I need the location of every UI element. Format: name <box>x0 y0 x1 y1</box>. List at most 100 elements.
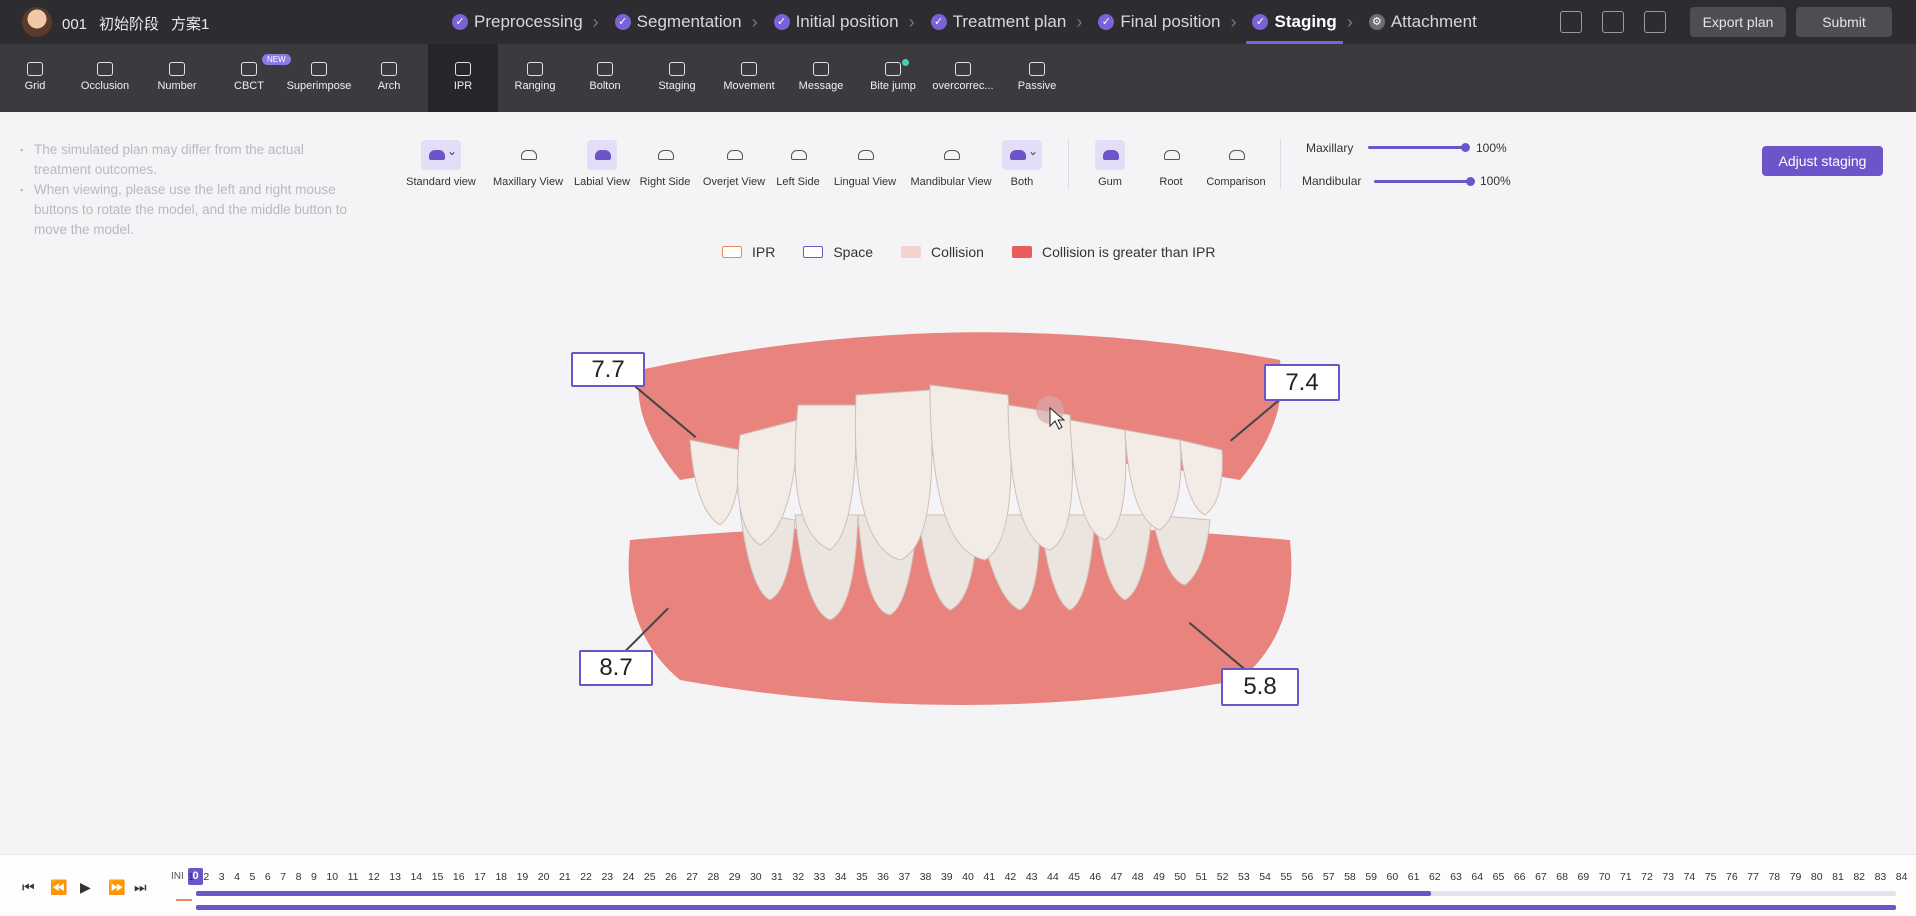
timeline-tick[interactable]: 20 <box>538 871 550 885</box>
timeline-tick[interactable]: 11 <box>348 871 359 885</box>
tool-message[interactable]: Message <box>786 44 856 112</box>
cube-icon[interactable] <box>1560 11 1582 33</box>
submit-button[interactable]: Submit <box>1796 7 1892 37</box>
timeline-tick[interactable]: 25 <box>644 871 656 885</box>
timeline-tick[interactable]: 59 <box>1365 871 1377 885</box>
view-maxillary-view[interactable]: Maxillary View <box>492 140 564 190</box>
timeline-tick[interactable]: 26 <box>665 871 677 885</box>
timeline-tick[interactable]: 58 <box>1344 871 1356 885</box>
timeline-tick[interactable]: 61 <box>1408 871 1420 885</box>
first-step-icon[interactable]: ⏮ <box>22 879 35 896</box>
timeline-tick[interactable]: 2 <box>203 871 209 885</box>
tool-passive[interactable]: Passive <box>1002 44 1072 112</box>
timeline-tick[interactable]: 52 <box>1217 871 1229 885</box>
timeline-tick[interactable]: 43 <box>1026 871 1038 885</box>
timeline-tick[interactable]: 47 <box>1111 871 1123 885</box>
timeline-tick[interactable]: 22 <box>580 871 592 885</box>
timeline-tick[interactable]: 76 <box>1726 871 1738 885</box>
view-root[interactable]: Root <box>1156 140 1186 190</box>
timeline-tick[interactable]: 13 <box>389 871 401 885</box>
timeline-tick[interactable]: 33 <box>814 871 826 885</box>
timeline-tick[interactable]: 3 <box>219 871 225 885</box>
timeline-tick[interactable]: 18 <box>495 871 507 885</box>
patient-avatar[interactable] <box>22 7 52 37</box>
timeline-tick[interactable]: 42 <box>1005 871 1017 885</box>
timeline-tick[interactable]: 73 <box>1662 871 1674 885</box>
view-standard-view[interactable]: ⌄ Standard view <box>406 140 476 190</box>
timeline-tick[interactable]: 6 <box>265 871 271 885</box>
image-icon[interactable] <box>1644 11 1666 33</box>
inbox-icon[interactable] <box>1602 11 1624 33</box>
timeline-tick[interactable]: 63 <box>1450 871 1462 885</box>
mandibular-slider-handle[interactable] <box>1466 177 1475 186</box>
timeline-tick[interactable]: 30 <box>750 871 762 885</box>
tool-overcorrec[interactable]: overcorrec... <box>928 44 998 112</box>
view-overjet-view[interactable]: Overjet View <box>702 140 766 190</box>
dental-model[interactable] <box>600 310 1320 730</box>
timeline-tick[interactable]: 64 <box>1471 871 1483 885</box>
ini-marker[interactable]: INI <box>171 871 184 882</box>
timeline-tick[interactable]: 38 <box>920 871 932 885</box>
timeline-tick[interactable]: 80 <box>1811 871 1823 885</box>
timeline-tick[interactable]: 69 <box>1578 871 1590 885</box>
timeline-tick[interactable]: 24 <box>623 871 635 885</box>
timeline-tick[interactable]: 57 <box>1323 871 1335 885</box>
timeline-tick[interactable]: 9 <box>311 871 317 885</box>
next-step-icon[interactable]: ⏩ <box>108 879 125 896</box>
timeline-tick[interactable]: 65 <box>1493 871 1505 885</box>
timeline-tick[interactable]: 53 <box>1238 871 1250 885</box>
tool-superimpose[interactable]: Superimpose <box>284 44 354 112</box>
step-initial-position[interactable]: ✓ Initial position <box>768 0 905 44</box>
view-both[interactable]: ⌄ Both <box>1000 140 1044 190</box>
timeline-tick[interactable]: 56 <box>1302 871 1314 885</box>
timeline-tick[interactable]: 23 <box>601 871 613 885</box>
timeline-tick[interactable]: 66 <box>1514 871 1526 885</box>
upper-progress-bar[interactable] <box>196 891 1431 896</box>
view-gum[interactable]: Gum <box>1092 140 1128 190</box>
timeline-tick[interactable]: 45 <box>1068 871 1080 885</box>
measurement-upper-left[interactable]: 7.4 <box>1264 364 1340 401</box>
last-step-icon[interactable]: ⏭ <box>134 879 147 896</box>
tool-arch[interactable]: Arch <box>354 44 424 112</box>
view-mandibular-view[interactable]: Mandibular View <box>910 140 992 190</box>
measurement-upper-right[interactable]: 7.7 <box>571 352 645 387</box>
timeline-tick[interactable]: 8 <box>296 871 302 885</box>
timeline-tick[interactable]: 37 <box>899 871 911 885</box>
timeline-tick[interactable]: 70 <box>1599 871 1611 885</box>
timeline-tick[interactable]: 46 <box>1089 871 1101 885</box>
timeline-tick[interactable]: 49 <box>1153 871 1165 885</box>
timeline-tick[interactable]: 51 <box>1196 871 1208 885</box>
step-preprocessing[interactable]: ✓ Preprocessing <box>446 0 589 44</box>
timeline-tick[interactable]: 27 <box>686 871 698 885</box>
measurement-lower-left[interactable]: 5.8 <box>1221 668 1299 706</box>
mandibular-slider[interactable] <box>1374 180 1470 183</box>
timeline-tick[interactable]: 1 <box>188 871 194 885</box>
timeline-tick[interactable]: 74 <box>1684 871 1696 885</box>
timeline-tick[interactable]: 44 <box>1047 871 1059 885</box>
timeline-tick[interactable]: 39 <box>941 871 953 885</box>
play-icon[interactable]: ▶ <box>80 879 91 896</box>
timeline-tick[interactable]: 82 <box>1853 871 1865 885</box>
timeline-tick[interactable]: 5 <box>250 871 256 885</box>
tool-bite-jump[interactable]: Bite jump <box>858 44 928 112</box>
timeline-tick[interactable]: 16 <box>453 871 465 885</box>
timeline-tick[interactable]: 48 <box>1132 871 1144 885</box>
lower-progress-bar[interactable] <box>196 905 1896 910</box>
tool-staging[interactable]: Staging <box>642 44 712 112</box>
timeline-tick[interactable]: 40 <box>962 871 974 885</box>
timeline-tick[interactable]: 68 <box>1556 871 1568 885</box>
timeline-tick[interactable]: 31 <box>771 871 783 885</box>
step-attachment[interactable]: ⚙ Attachment <box>1363 0 1483 44</box>
step-final-position[interactable]: ✓ Final position <box>1092 0 1226 44</box>
step-treatment-plan[interactable]: ✓ Treatment plan <box>925 0 1073 44</box>
timeline-tick[interactable]: 14 <box>410 871 422 885</box>
timeline-tick[interactable]: 35 <box>856 871 868 885</box>
step-segmentation[interactable]: ✓ Segmentation <box>609 0 748 44</box>
timeline-tick[interactable]: 50 <box>1174 871 1186 885</box>
export-plan-button[interactable]: Export plan <box>1690 7 1786 37</box>
view-labial-view[interactable]: Labial View <box>572 140 632 190</box>
tool-bolton[interactable]: Bolton <box>570 44 640 112</box>
view-right-side[interactable]: Right Side <box>638 140 692 190</box>
timeline-tick[interactable]: 28 <box>708 871 720 885</box>
tool-occlusion[interactable]: Occlusion <box>70 44 140 112</box>
